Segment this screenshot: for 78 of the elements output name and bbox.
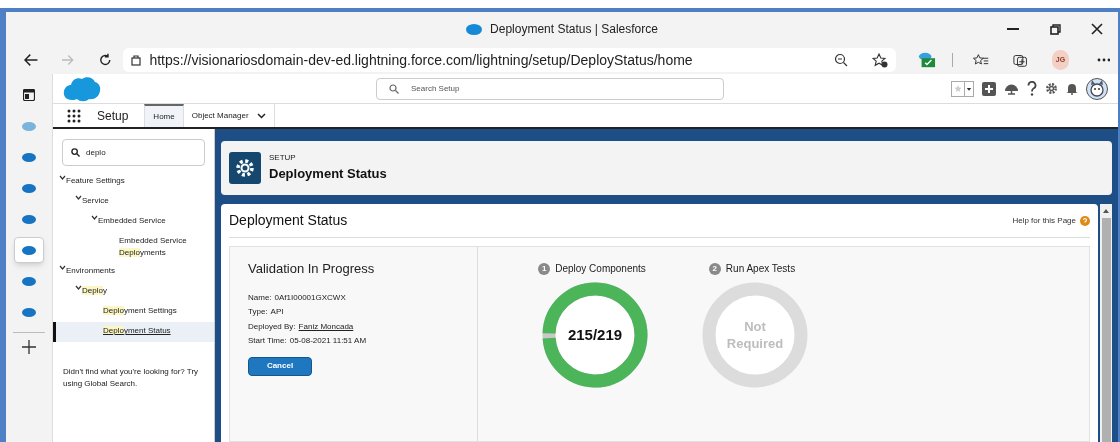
salesforce-cloud-icon (22, 276, 36, 286)
notifications-icon[interactable] (1066, 82, 1078, 95)
add-favorite-icon[interactable] (872, 52, 889, 68)
chevron-down-icon[interactable] (75, 195, 82, 200)
back-icon[interactable] (24, 53, 39, 67)
step-number: 1 (538, 262, 551, 275)
extension-icon[interactable] (918, 51, 937, 69)
validation-title: Validation In Progress (248, 260, 376, 278)
favorites-icon[interactable] (973, 52, 990, 68)
salesforce-cloud-icon (22, 307, 36, 317)
cancel-button[interactable]: Cancel (248, 356, 312, 376)
step-number: 2 (708, 262, 721, 275)
field-label: Name: (248, 291, 272, 304)
help-text: Didn't find what you're looking for? Try using Global Search. (63, 366, 200, 390)
search-icon (71, 148, 80, 157)
nav-tab[interactable]: Home (144, 104, 184, 127)
tree-item[interactable]: Deployment Settings (103, 305, 177, 317)
search-icon (389, 83, 399, 94)
chevron-down-icon[interactable] (59, 175, 66, 180)
field-label: Start Time: (248, 335, 287, 347)
search-placeholder: Search Setup (411, 82, 460, 95)
window-title: Deployment Status | Salesforce (490, 21, 658, 38)
app-name: Setup (97, 107, 129, 125)
field-value: API (270, 306, 284, 318)
salesforce-cloud-icon (22, 183, 36, 193)
step-reading: Not Required (725, 318, 785, 352)
field-label: Deployed By: (248, 320, 296, 333)
field-value: 0Af1I00001GXCWX (274, 291, 346, 304)
salesforce-cloud-icon (22, 152, 36, 162)
settings-icon[interactable] (1045, 82, 1058, 95)
tree-item[interactable]: Environments (66, 265, 115, 277)
close-icon (1091, 23, 1103, 35)
page-eyebrow: SETUP (269, 152, 297, 165)
reload-icon[interactable] (98, 53, 112, 67)
step-reading: 215/219 (567, 324, 623, 345)
minimize-icon (1007, 28, 1019, 30)
zoom-out-icon[interactable] (834, 53, 849, 67)
settings-icon (229, 152, 261, 184)
collections-icon[interactable] (1013, 52, 1028, 68)
chevron-down-icon[interactable] (91, 215, 98, 220)
tree-item[interactable]: Service (82, 195, 109, 207)
scroll-up-icon[interactable] (1103, 208, 1109, 214)
field-label: Type: (248, 306, 268, 318)
salesforce-cloud-icon (22, 245, 36, 255)
panel-icon (23, 89, 35, 101)
scrollbar[interactable] (1100, 204, 1112, 442)
step-label: Deploy Components (555, 262, 646, 276)
help-link[interactable]: Help for this Page (1012, 214, 1076, 227)
quick-find-value: deplo (86, 146, 106, 159)
salesforce-logo-icon[interactable] (63, 75, 101, 102)
add-icon[interactable] (982, 81, 996, 96)
restore-icon (1049, 23, 1061, 35)
chevron-down-icon[interactable] (59, 265, 66, 270)
field-value: 05-08-2021 11:51 AM (289, 335, 367, 347)
search-field[interactable]: Search Setup (376, 77, 724, 100)
lock-icon (131, 54, 142, 66)
salesforce-cloud-icon (22, 121, 36, 131)
chevron-down-icon[interactable] (75, 285, 82, 290)
app-launcher-icon[interactable] (67, 108, 81, 123)
more-icon[interactable] (1097, 58, 1110, 62)
nav-tab[interactable]: Object Manager (183, 104, 275, 127)
section-title: Deployment Status (229, 211, 348, 230)
tree-item[interactable]: Embedded Service Deployments (119, 235, 214, 259)
chevron-down-icon[interactable] (256, 112, 266, 119)
page-title: Deployment Status (269, 165, 387, 184)
address-field[interactable]: https://visionariosdomain-dev-ed.lightning.force.com/lightning/setup/DeployStatus/home (123, 48, 897, 72)
user-avatar-icon[interactable] (1086, 77, 1108, 100)
salesforce-cloud-icon (466, 23, 483, 35)
url-text: https://visionariosdomain-dev-ed.lightning.force.com/lightning/setup/DeployStatus/home (149, 50, 694, 70)
add-icon[interactable] (22, 340, 36, 354)
quick-find-field[interactable]: deplo (62, 139, 205, 166)
tree-item[interactable]: Feature Settings (66, 175, 125, 187)
tree-item[interactable]: Embedded Service (98, 215, 166, 227)
user-link[interactable]: Faniz Moncada (298, 319, 354, 334)
help-icon[interactable] (1027, 81, 1037, 96)
caret-icon (964, 81, 973, 96)
salesforce-cloud-icon (22, 214, 36, 224)
step-label: Run Apex Tests (725, 262, 796, 276)
